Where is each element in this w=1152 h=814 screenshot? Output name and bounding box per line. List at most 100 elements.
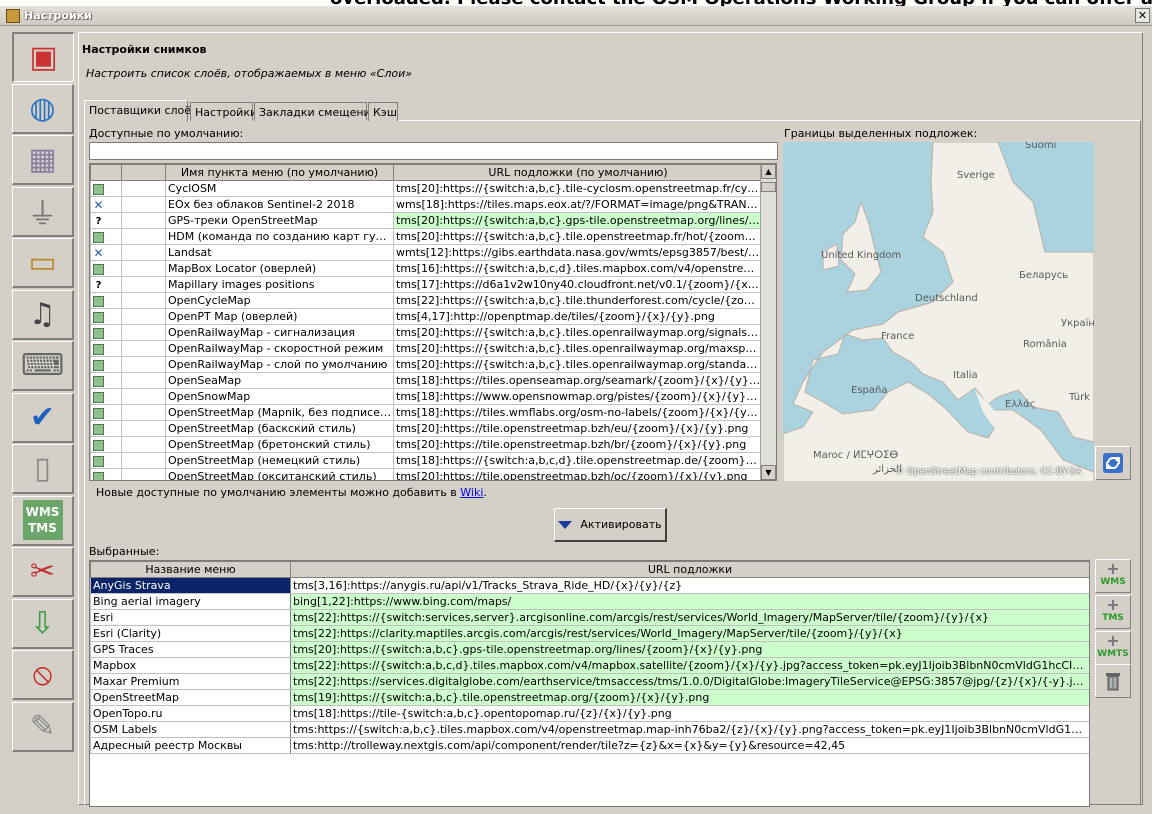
row-name[interactable]: OpenTopo.ru bbox=[90, 705, 291, 722]
row-url[interactable]: tms[22]:https://services.digitalglobe.co… bbox=[290, 673, 1089, 690]
table-row[interactable]: OpenSeaMap tms[18]:https://tiles.openseam… bbox=[90, 372, 763, 389]
row-url: wmts[12]:https://gibs.earthdata.nasa.gov… bbox=[393, 244, 763, 261]
delete-button[interactable] bbox=[1095, 664, 1131, 698]
table-row[interactable]: OpenRailwayMap - слой по умолчанию tms[20… bbox=[90, 356, 763, 373]
row-url[interactable]: bing[1,22]:https://www.bing.com/maps/ bbox=[290, 593, 1089, 610]
add-wms-button[interactable]: + WMS bbox=[1095, 559, 1131, 593]
map-place-label: Maroc / ⵍⵎⵖⵔⵉⴱ bbox=[813, 450, 899, 461]
row-url[interactable]: tms[22]:https://{switch:services,server}… bbox=[290, 609, 1089, 626]
table-row[interactable]: OpenRailwayMap - скоростной режим tms[20]… bbox=[90, 340, 763, 357]
sidebar-item-remote-control[interactable]: ▯ bbox=[12, 444, 74, 494]
wiki-note: Новые доступные по умолчанию элементы мо… bbox=[96, 486, 487, 499]
table-row[interactable]: CyclOSM tms[20]:https://{switch:a,b,c}.ti… bbox=[90, 180, 763, 197]
table-row[interactable]: OpenStreetMap tms[19]:https://{switch:a,b… bbox=[90, 689, 1089, 706]
row-name[interactable]: AnyGis Strava bbox=[90, 577, 291, 594]
table-row[interactable]: OpenTopo.ru tms[18]:https://tile-{switch:… bbox=[90, 705, 1089, 722]
sidebar-item-validator-check[interactable]: ✔ bbox=[12, 392, 74, 443]
row-url[interactable]: tms[3,16]:https://anygis.ru/api/v1/Track… bbox=[290, 577, 1089, 594]
plugin-socket-icon: ⏚ bbox=[27, 197, 58, 232]
sidebar-item-plugin-socket[interactable]: ⏚ bbox=[12, 186, 74, 237]
col-header-status[interactable] bbox=[90, 164, 122, 181]
sidebar-item-projection-grid[interactable]: ▦ bbox=[12, 135, 74, 185]
table-row[interactable]: OpenCycleMap tms[22]:https://{switch:a,b,… bbox=[90, 292, 763, 309]
table-row[interactable]: GPS Traces tms[20]:https://{switch:a,b,c}… bbox=[90, 641, 1089, 658]
row-name[interactable]: Mapbox bbox=[90, 657, 291, 674]
row-name[interactable]: OpenStreetMap bbox=[90, 689, 291, 706]
row-name[interactable]: GPS Traces bbox=[90, 641, 291, 658]
sidebar-item-keyboard[interactable]: ⌨ bbox=[12, 341, 74, 391]
row-url[interactable]: tms:http://trolleway.nextgis.com/api/com… bbox=[290, 737, 1089, 754]
row-name[interactable]: Адресный реестр Москвы bbox=[90, 737, 291, 754]
row-url[interactable]: tms:https://{switch:a,b,c}.tiles.mapbox.… bbox=[290, 721, 1089, 738]
row-name[interactable]: Bing aerial imagery bbox=[90, 593, 291, 610]
table-row[interactable]: Esri tms[22]:https://{switch:services,ser… bbox=[90, 609, 1089, 626]
table-row[interactable]: ? GPS-треки OpenStreetMap tms[20]:https://… bbox=[90, 212, 763, 229]
activate-button[interactable]: Активировать bbox=[554, 508, 667, 542]
table-row[interactable]: Адресный реестр Москвы tms:http://trollew… bbox=[90, 737, 1089, 754]
add-tms-button[interactable]: + TMS bbox=[1095, 595, 1131, 629]
sidebar-item-no-entry[interactable]: ⦸ bbox=[12, 650, 74, 700]
row-url[interactable]: tms[20]:https://{switch:a,b,c}.gps-tile.… bbox=[290, 641, 1089, 658]
row-name[interactable]: Esri (Clarity) bbox=[90, 625, 291, 642]
table-row[interactable]: ✕ Landsat wmts[12]:https://gibs.earthdata.… bbox=[90, 244, 763, 261]
row-url[interactable]: tms[18]:https://tile-{switch:a,b,c}.open… bbox=[290, 705, 1089, 722]
table-row[interactable]: OpenStreetMap (немецкий стиль) tms[18]:ht… bbox=[90, 452, 763, 469]
table-row[interactable]: AnyGis Strava tms[3,16]:https://anygis.ru… bbox=[90, 577, 1089, 594]
row-url[interactable]: tms[22]:https://{switch:a,b,c,d}.tiles.m… bbox=[290, 657, 1089, 674]
tab-settings[interactable]: Настройки bbox=[190, 102, 257, 121]
tab-layer-providers[interactable]: Поставщики слоёв bbox=[84, 100, 198, 122]
sidebar-item-audio[interactable]: ♫ bbox=[12, 289, 74, 340]
tab-offset-bookmarks[interactable]: Закладки смещений bbox=[254, 102, 378, 121]
col-header-url[interactable]: URL подложки (по умолчанию) bbox=[393, 164, 763, 181]
table-row[interactable]: Mapbox tms[22]:https://{switch:a,b,c,d}.t… bbox=[90, 657, 1089, 674]
sidebar-item-display-settings[interactable]: ▣ bbox=[12, 32, 74, 82]
add-wmts-button[interactable]: + WMTS bbox=[1095, 631, 1131, 665]
col-header-menu-name[interactable]: Название меню bbox=[90, 561, 291, 578]
table-row[interactable]: OpenRailwayMap - сигнализация tms[20]:htt… bbox=[90, 324, 763, 341]
table-row[interactable]: ✕ EOx без облаков Sentinel-2 2018 wms[18]:… bbox=[90, 196, 763, 213]
sidebar-item-toolbar[interactable]: ▭ bbox=[12, 238, 74, 288]
table-row[interactable]: OpenStreetMap (окситанский стиль) tms[20]… bbox=[90, 468, 763, 480]
sidebar-item-download[interactable]: ⇩ bbox=[12, 598, 74, 649]
bounds-map[interactable]: Suomi Sverige United Kingdom Беларусь De… bbox=[783, 142, 1094, 482]
scroll-thumb[interactable] bbox=[761, 182, 776, 192]
table-row[interactable]: OSM Labels tms:https://{switch:a,b,c}.til… bbox=[90, 721, 1089, 738]
row-name[interactable]: OSM Labels bbox=[90, 721, 291, 738]
table-row[interactable]: OpenStreetMap (бретонский стиль) tms[20]:… bbox=[90, 436, 763, 453]
row-url[interactable]: tms[19]:https://{switch:a,b,c}.tile.open… bbox=[290, 689, 1089, 706]
table-row[interactable]: Maxar Premium tms[22]:https://services.di… bbox=[90, 673, 1089, 690]
close-button[interactable]: ✕ bbox=[1135, 8, 1150, 23]
row-status bbox=[90, 404, 122, 421]
col-header-type[interactable] bbox=[121, 164, 166, 181]
table-row[interactable]: MapBox Locator (оверлей) tms[16]:https://… bbox=[90, 260, 763, 277]
sidebar-item-tools[interactable]: ✂ bbox=[12, 547, 74, 597]
defaults-scrollbar[interactable]: ▲ ▼ bbox=[760, 164, 776, 480]
empty-row bbox=[90, 769, 1089, 786]
col-header-name[interactable]: Имя пункта меню (по умолчанию) bbox=[165, 164, 394, 181]
audio-icon: ♫ bbox=[29, 296, 56, 332]
layer-ok-icon bbox=[93, 439, 104, 451]
table-row[interactable]: ? Mapillary images positions tms[17]:https… bbox=[90, 276, 763, 293]
sidebar-item-globe[interactable]: ◍ bbox=[12, 83, 74, 134]
table-row[interactable]: Bing aerial imagery bing[1,22]:https://ww… bbox=[90, 593, 1089, 610]
sidebar-item-wms-tms[interactable]: WMS TMS bbox=[12, 495, 74, 546]
row-name[interactable]: Maxar Premium bbox=[90, 673, 291, 690]
scroll-down-icon[interactable]: ▼ bbox=[761, 465, 776, 480]
row-url[interactable]: tms[22]:https://clarity.maptiles.arcgis.… bbox=[290, 625, 1089, 642]
wiki-link[interactable]: Wiki bbox=[460, 486, 483, 499]
defaults-table[interactable]: Имя пункта меню (по умолчанию) URL подло… bbox=[89, 163, 777, 481]
filter-input[interactable] bbox=[89, 142, 778, 160]
table-row[interactable]: Esri (Clarity) tms[22]:https://clarity.ma… bbox=[90, 625, 1089, 642]
row-name[interactable]: Esri bbox=[90, 609, 291, 626]
selected-table[interactable]: Название меню URL подложки AnyGis Strava… bbox=[89, 560, 1090, 807]
sidebar-item-advanced-settings[interactable]: ✎ bbox=[12, 701, 74, 752]
table-row[interactable]: OpenStreetMap (Mapnik, без подписей) tms[… bbox=[90, 404, 763, 421]
table-row[interactable]: OpenStreetMap (баскский стиль) tms[20]:ht… bbox=[90, 420, 763, 437]
table-row[interactable]: OpenPT Map (оверлей) tms[4,17]:http://ope… bbox=[90, 308, 763, 325]
scroll-up-icon[interactable]: ▲ bbox=[761, 164, 776, 179]
refresh-map-button[interactable] bbox=[1095, 446, 1131, 480]
table-row[interactable]: OpenSnowMap tms[18]:https://www.opensnowm… bbox=[90, 388, 763, 405]
tab-cache[interactable]: Кэш bbox=[368, 102, 398, 121]
col-header-url[interactable]: URL подложки bbox=[290, 561, 1089, 578]
table-row[interactable]: HDM (команда по созданию карт гуманит...… bbox=[90, 228, 763, 245]
